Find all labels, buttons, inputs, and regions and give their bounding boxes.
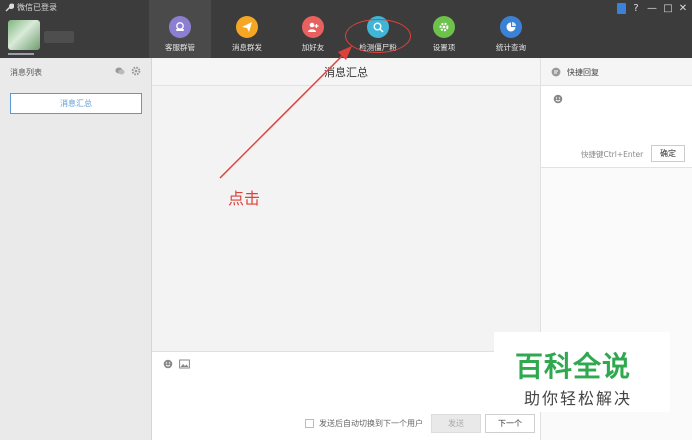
- message-list-panel: [0, 58, 152, 440]
- emoji-icon[interactable]: [163, 359, 173, 369]
- tab-settings[interactable]: 设置项: [413, 12, 475, 58]
- tab-label: 统计查询: [496, 43, 526, 52]
- avatar-underline: [8, 53, 34, 55]
- chat-bubble-icon: [551, 67, 561, 77]
- settings-icon: [433, 16, 455, 38]
- avatar[interactable]: [8, 20, 40, 50]
- gear-icon[interactable]: [131, 66, 141, 76]
- quick-reply-header: [541, 58, 692, 86]
- auto-switch-label: 发送后自动切换到下一个用户: [319, 419, 423, 428]
- message-list-header: 消息列表: [10, 68, 42, 77]
- quick-reply-title: 快捷回复: [567, 68, 599, 77]
- watermark-title: 百科全说: [515, 350, 632, 383]
- tab-label: 设置项: [432, 43, 456, 52]
- tab-label: 加好友: [301, 43, 325, 52]
- close-button[interactable]: ✕: [677, 3, 689, 15]
- maximize-button[interactable]: □: [662, 3, 674, 15]
- send-icon: [236, 16, 258, 38]
- tab-label: 消息群发: [232, 43, 262, 52]
- tab-statistics[interactable]: 统计查询: [480, 12, 542, 58]
- headset-icon: [169, 16, 191, 38]
- tab-customer-group[interactable]: 客服群管: [149, 0, 211, 58]
- tab-mass-message[interactable]: 消息群发: [216, 12, 278, 58]
- watermark-subtitle: 助你轻松解决: [524, 389, 633, 408]
- chart-pie-icon: [500, 16, 522, 38]
- chat-bubble-icon[interactable]: [115, 66, 125, 76]
- message-summary-button[interactable]: 消息汇总: [10, 93, 142, 114]
- add-friend-icon: [302, 16, 324, 38]
- image-icon[interactable]: [179, 359, 190, 369]
- auto-switch-checkbox[interactable]: [305, 419, 314, 428]
- shortcut-hint: 快捷键Ctrl+Enter: [581, 150, 644, 159]
- emoji-icon[interactable]: [553, 94, 563, 104]
- minimize-button[interactable]: —: [646, 3, 658, 15]
- wrench-icon: [5, 3, 14, 12]
- skin-icon[interactable]: [617, 3, 626, 14]
- help-button[interactable]: ?: [630, 3, 642, 15]
- conversation-title: 消息汇总: [324, 66, 368, 79]
- confirm-button[interactable]: 确定: [651, 145, 685, 162]
- send-button[interactable]: 发送: [431, 414, 481, 433]
- account-name-redacted: [44, 31, 74, 43]
- top-bar: [0, 0, 692, 58]
- highlight-circle: [345, 19, 411, 53]
- tab-add-friend[interactable]: 加好友: [282, 12, 344, 58]
- next-button[interactable]: 下一个: [485, 414, 535, 433]
- click-annotation-label: 点击: [228, 189, 261, 208]
- message-area: [152, 86, 540, 351]
- window-title: 微信已登录: [17, 3, 57, 12]
- tab-label: 客服群管: [165, 43, 195, 52]
